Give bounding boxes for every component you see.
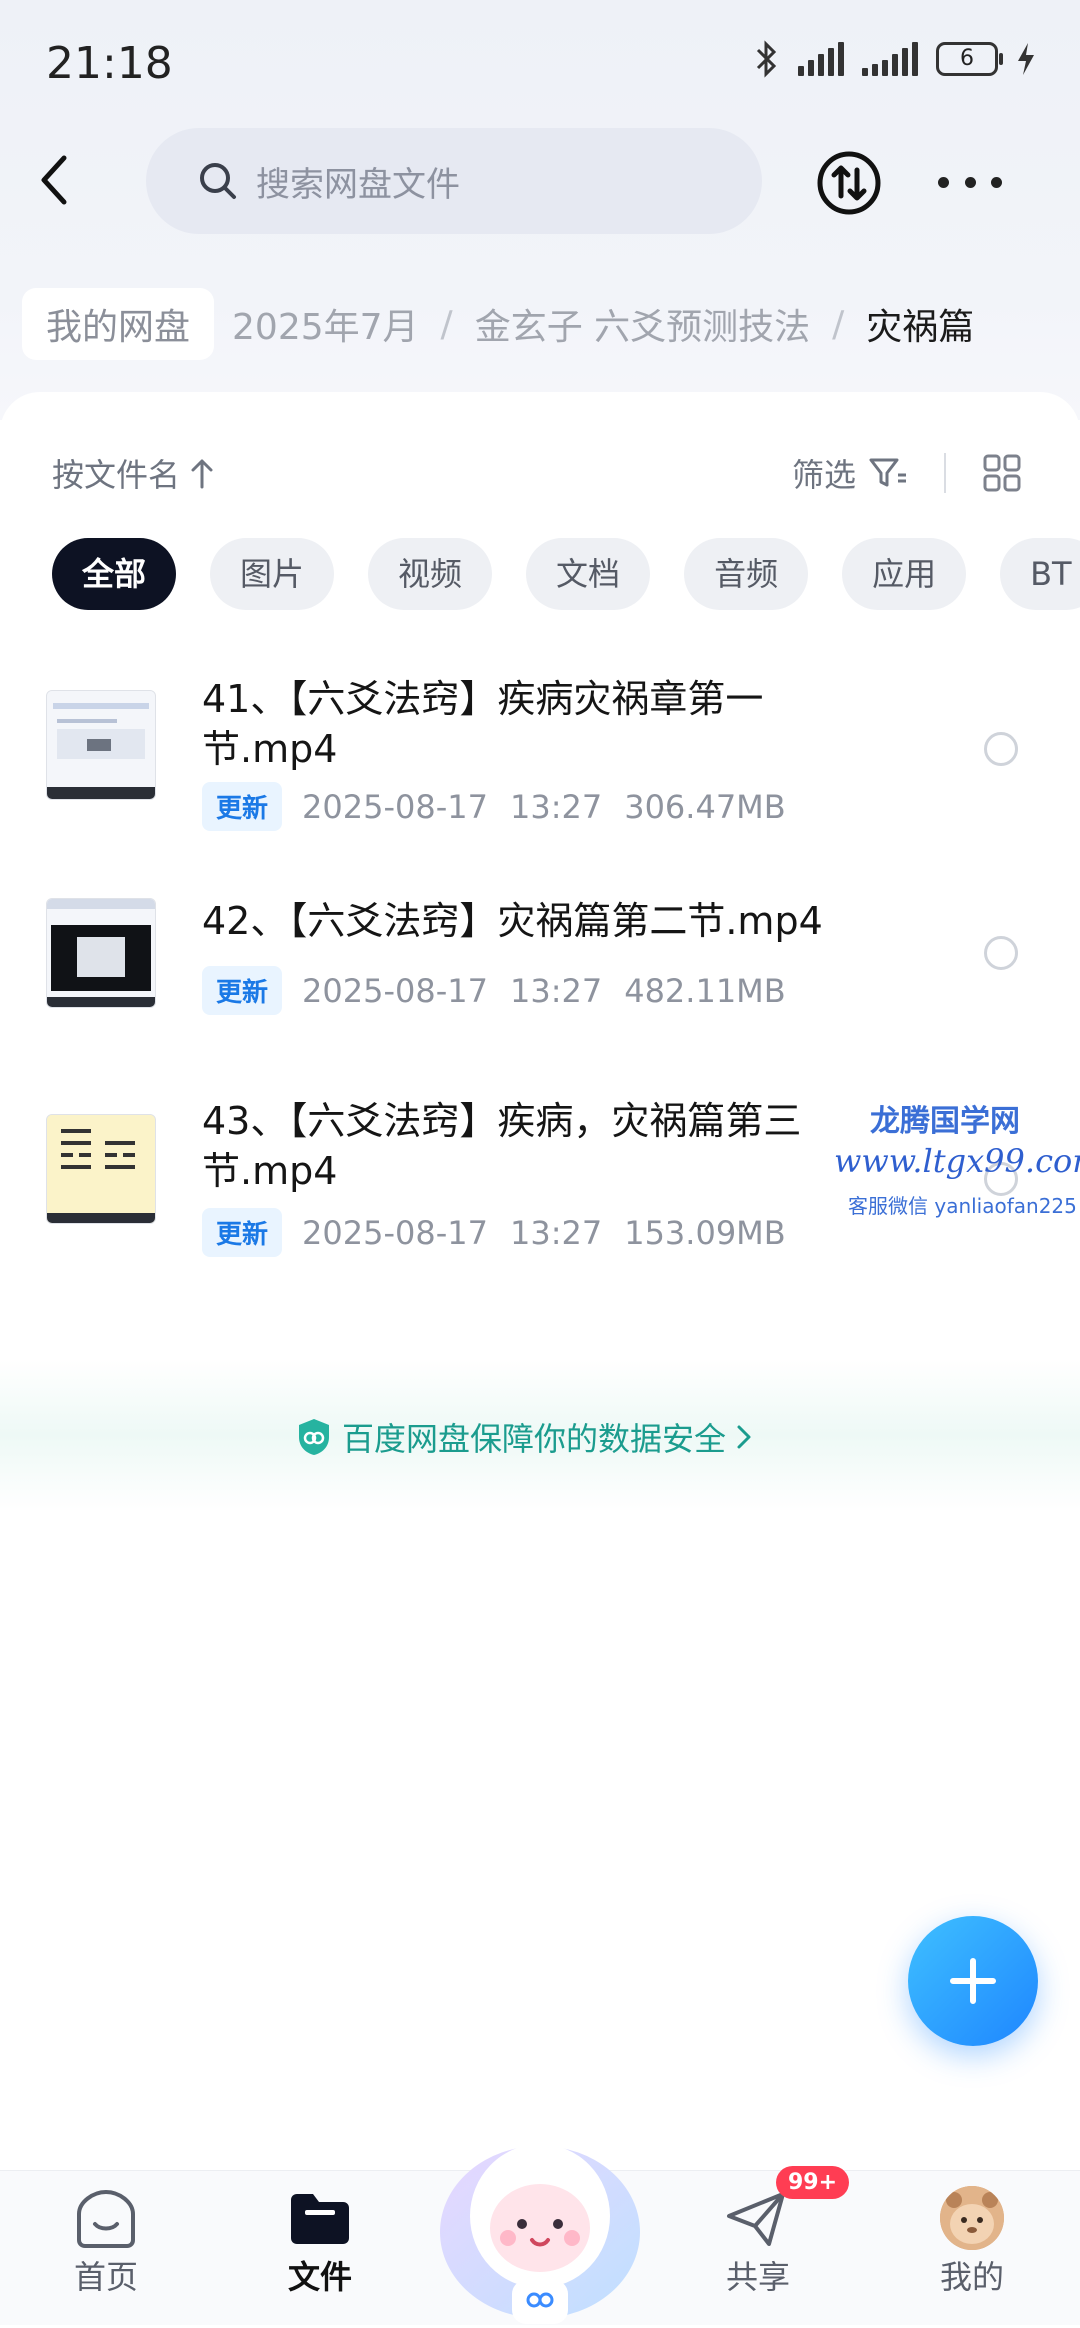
file-meta: 更新 2025-08-17 13:27 306.47MB — [202, 782, 786, 831]
filter-controls: 筛选 — [792, 450, 1022, 496]
transfer-icon — [817, 151, 881, 215]
category-chips: 全部 图片 视频 文档 音频 应用 BT — [52, 538, 1080, 610]
file-size: 306.47MB — [624, 787, 786, 826]
search-input[interactable]: 搜索网盘文件 — [146, 128, 762, 234]
chevron-right-icon — [737, 1425, 751, 1449]
chip-apps[interactable]: 应用 — [842, 538, 967, 610]
filter-icon[interactable] — [868, 456, 908, 490]
filter-button[interactable]: 筛选 — [792, 450, 856, 496]
charging-icon — [1018, 43, 1034, 75]
nav-mine[interactable]: 我的 — [902, 2252, 1042, 2298]
watermark-title: 龙腾国学网 — [870, 1104, 1020, 1139]
more-options-button[interactable] — [938, 160, 1002, 204]
file-name: 43、【六爻法窍】疾病，灾祸篇第三节.mp4 — [202, 1099, 802, 1193]
breadcrumb: 我的网盘 2025年7月 / 金玄子 六爻预测技法 / 灾祸篇 — [22, 288, 974, 360]
add-button[interactable] — [908, 1916, 1038, 2046]
chip-audio[interactable]: 音频 — [684, 538, 809, 610]
video-thumbnail — [46, 898, 156, 1008]
file-time: 13:27 — [509, 1213, 603, 1252]
chip-documents[interactable]: 文档 — [526, 538, 651, 610]
file-time: 13:27 — [509, 971, 603, 1010]
battery-icon: 6 — [936, 42, 1003, 76]
breadcrumb-separator: / — [440, 303, 453, 345]
avatar[interactable] — [940, 2186, 1004, 2250]
chip-all[interactable]: 全部 — [52, 538, 177, 610]
security-banner[interactable]: 百度网盘保障你的数据安全 — [296, 1414, 762, 1460]
signal-icon-secondary — [862, 42, 918, 76]
file-name: 41、【六爻法窍】疾病灾祸章第一节.mp4 — [202, 677, 764, 771]
toolbar-divider — [944, 453, 947, 493]
file-date: 2025-08-17 — [302, 787, 488, 826]
file-list-item[interactable]: 41、【六爻法窍】疾病灾祸章第一节.mp4 更新 2025-08-17 13:2… — [0, 660, 1080, 831]
watermark-contact: 客服微信 yanliaofan225 — [848, 1194, 1077, 1218]
nav-files[interactable]: 文件 — [250, 2252, 390, 2298]
file-meta: 更新 2025-08-17 13:27 482.11MB — [202, 966, 786, 1015]
share-badge: 99+ — [776, 2166, 850, 2199]
search-icon — [200, 163, 236, 199]
file-date: 2025-08-17 — [302, 1213, 488, 1252]
sort-button[interactable]: 按文件名 — [52, 450, 214, 496]
nav-share[interactable]: 共享 — [688, 2252, 828, 2298]
breadcrumb-item[interactable]: 金玄子 六爻预测技法 — [475, 298, 810, 350]
chip-videos[interactable]: 视频 — [368, 538, 493, 610]
breadcrumb-separator: / — [832, 303, 845, 345]
chevron-left-icon — [41, 155, 67, 205]
shield-icon — [299, 1419, 329, 1455]
watermark-url: www.ltgx99.com — [834, 1142, 1080, 1180]
security-banner-text: 百度网盘保障你的数据安全 — [342, 1420, 727, 1458]
breadcrumb-root[interactable]: 我的网盘 — [22, 288, 215, 360]
update-badge: 更新 — [202, 966, 283, 1015]
status-icons: 6 — [754, 40, 1036, 78]
video-thumbnail — [46, 1114, 156, 1224]
file-time: 13:27 — [509, 787, 603, 826]
file-name: 42、【六爻法窍】灾祸篇第二节.mp4 — [202, 899, 823, 943]
home-icon — [77, 2189, 135, 2248]
dot-icon — [964, 176, 976, 188]
paper-plane-icon — [727, 2192, 785, 2246]
folder-icon — [291, 2194, 349, 2244]
status-time: 21:18 — [46, 38, 173, 89]
bluetooth-icon — [756, 40, 777, 78]
video-thumbnail — [46, 690, 156, 800]
search-placeholder: 搜索网盘文件 — [256, 164, 460, 205]
arrow-up-icon — [191, 459, 213, 489]
update-badge: 更新 — [202, 782, 283, 831]
select-checkbox[interactable] — [984, 732, 1018, 766]
signal-icon — [798, 42, 844, 76]
nav-files-icon-wrap[interactable] — [260, 2186, 380, 2254]
nav-home[interactable]: 首页 — [36, 2252, 176, 2298]
dot-icon — [938, 176, 949, 188]
file-meta: 更新 2025-08-17 13:27 153.09MB — [202, 1208, 786, 1257]
grid-view-icon[interactable] — [982, 453, 1022, 493]
back-button[interactable] — [34, 150, 94, 214]
file-size: 482.11MB — [624, 971, 786, 1010]
breadcrumb-current: 灾祸篇 — [866, 307, 975, 348]
update-badge: 更新 — [202, 1208, 283, 1257]
assistant-mascot[interactable] — [436, 2112, 644, 2324]
file-size: 153.09MB — [624, 1213, 786, 1252]
transfer-button[interactable] — [816, 150, 882, 216]
plus-icon — [950, 1958, 996, 2004]
select-checkbox[interactable] — [984, 936, 1018, 970]
nav-home-icon-wrap[interactable] — [46, 2186, 166, 2254]
file-list-item[interactable]: 42、【六爻法窍】灾祸篇第二节.mp4 更新 2025-08-17 13:27 … — [0, 866, 1080, 1036]
sort-label: 按文件名 — [52, 456, 181, 494]
breadcrumb-item[interactable]: 2025年7月 — [232, 298, 419, 350]
dot-icon — [991, 176, 1002, 188]
file-date: 2025-08-17 — [302, 971, 488, 1010]
chip-bt[interactable]: BT — [1000, 538, 1080, 610]
chip-images[interactable]: 图片 — [210, 538, 335, 610]
